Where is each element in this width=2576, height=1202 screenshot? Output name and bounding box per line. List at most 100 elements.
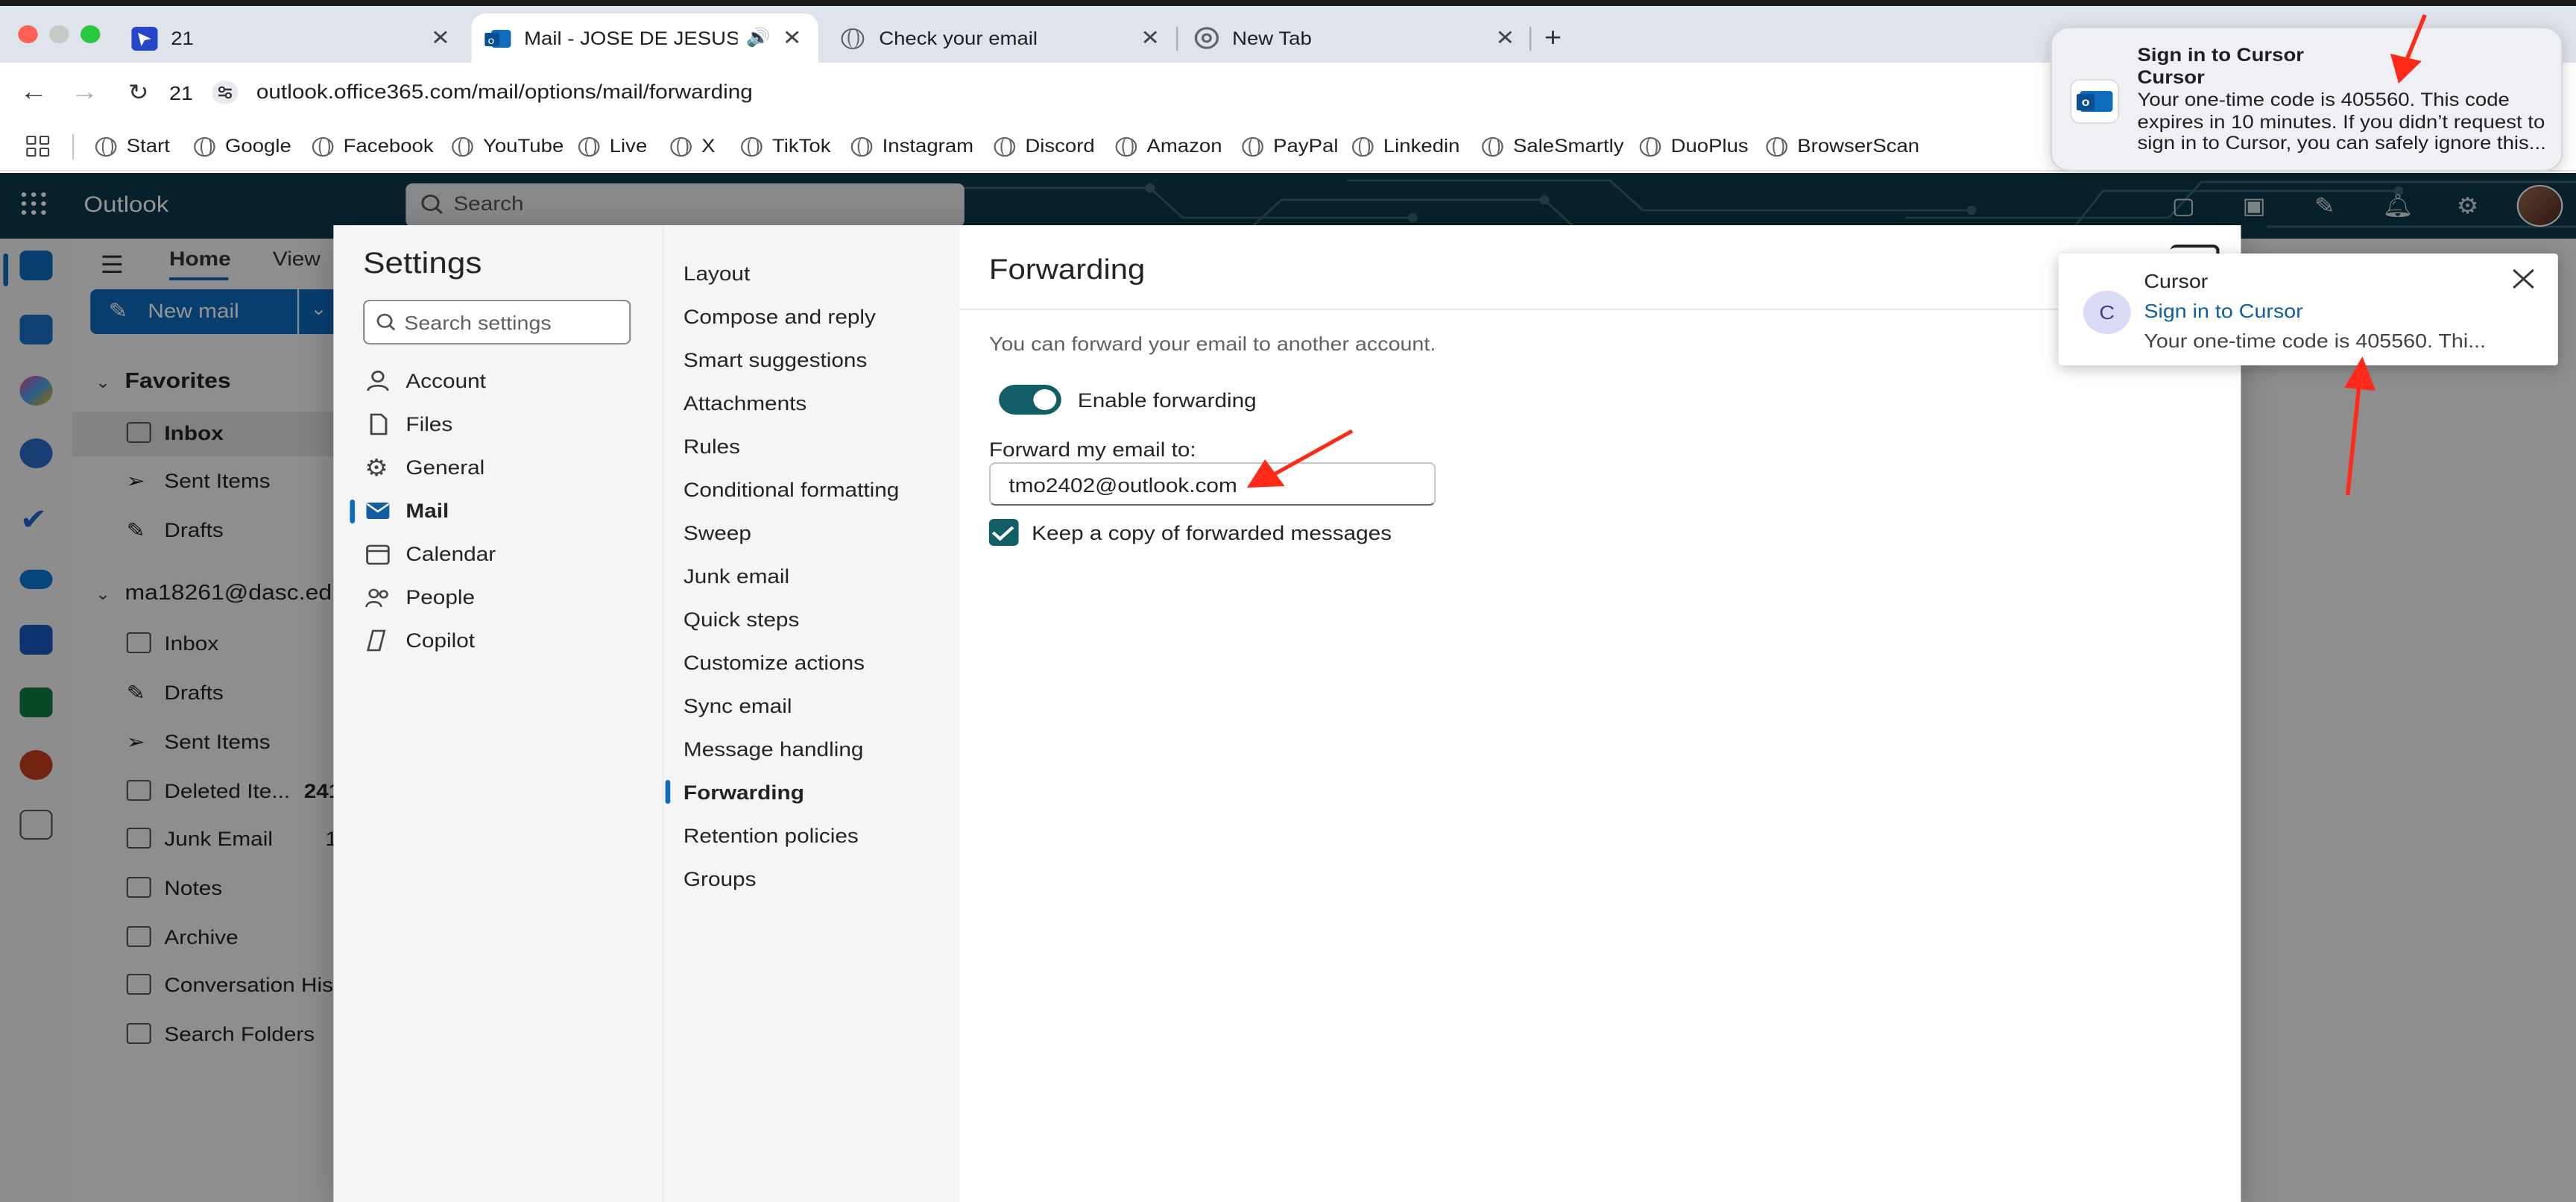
settings-search-input[interactable]: Search settings xyxy=(363,300,631,344)
settings-category-files[interactable]: Files xyxy=(363,404,659,446)
settings-category-mail[interactable]: Mail xyxy=(350,491,659,532)
section-groups[interactable]: Groups xyxy=(684,868,757,890)
bookmark-item[interactable]: Amazon xyxy=(1115,136,1222,157)
bookmark-item[interactable]: Discord xyxy=(994,136,1095,157)
selection-indicator xyxy=(665,780,671,804)
bookmark-item[interactable]: Instagram xyxy=(850,136,973,157)
mail-toast-notification[interactable]: C Cursor Sign in to Cursor Your one-time… xyxy=(2058,254,2558,365)
section-rules[interactable]: Rules xyxy=(684,435,740,458)
person-icon xyxy=(364,370,391,392)
tab-separator xyxy=(1530,27,1532,51)
bookmark-label: Amazon xyxy=(1146,136,1222,157)
settings-category-account[interactable]: Account xyxy=(363,361,659,403)
system-notification[interactable]: o Sign in to Cursor Cursor Your one-time… xyxy=(2050,27,2563,172)
bookmark-item[interactable]: Google xyxy=(194,136,291,157)
globe-icon xyxy=(1115,136,1137,156)
settings-title: Settings xyxy=(363,248,482,280)
bookmark-item[interactable]: X xyxy=(670,136,716,157)
url-field[interactable]: outlook.office365.com/mail/options/mail/… xyxy=(256,81,753,103)
globe-icon xyxy=(850,136,873,156)
section-quick-steps[interactable]: Quick steps xyxy=(684,608,799,631)
forwarding-description: You can forward your email to another ac… xyxy=(988,333,1436,355)
close-tab-icon[interactable]: ✕ xyxy=(1140,25,1160,51)
settings-category-calendar[interactable]: Calendar xyxy=(363,534,659,576)
section-smart-suggestions[interactable]: Smart suggestions xyxy=(684,349,867,371)
chrome-icon xyxy=(1193,26,1219,50)
settings-category-copilot[interactable]: Copilot xyxy=(363,620,659,662)
enable-forwarding-label: Enable forwarding xyxy=(1077,389,1257,412)
globe-icon xyxy=(994,136,1016,156)
section-junk-email[interactable]: Junk email xyxy=(684,565,789,588)
gear-icon: ⚙ xyxy=(364,456,388,482)
toast-subject[interactable]: Sign in to Cursor xyxy=(2144,300,2302,322)
section-message-handling[interactable]: Message handling xyxy=(684,738,864,761)
section-customize-actions[interactable]: Customize actions xyxy=(684,652,865,674)
enable-forwarding-toggle[interactable] xyxy=(999,385,1061,415)
bookmark-label: BrowserScan xyxy=(1797,136,1920,157)
close-tab-icon[interactable]: ✕ xyxy=(783,25,802,51)
keep-copy-checkbox[interactable] xyxy=(988,519,1019,546)
bookmark-item[interactable]: TikTok xyxy=(741,136,831,157)
bookmark-item[interactable]: YouTube xyxy=(452,136,564,157)
zoom-window-button[interactable] xyxy=(80,25,101,43)
bookmark-label: Live xyxy=(609,136,648,157)
bookmark-item[interactable]: DuoPlus xyxy=(1639,136,1749,157)
section-attachments[interactable]: Attachments xyxy=(684,392,806,415)
keep-copy-label: Keep a copy of forwarded messages xyxy=(1032,522,1392,544)
section-retention-policies[interactable]: Retention policies xyxy=(684,825,859,847)
bookmark-item[interactable]: Facebook xyxy=(312,136,434,157)
section-conditional-formatting[interactable]: Conditional formatting xyxy=(684,479,899,501)
people-icon xyxy=(364,586,391,608)
globe-icon xyxy=(1351,136,1374,156)
bookmark-item[interactable]: SaleSmartly xyxy=(1482,136,1624,157)
section-forwarding[interactable]: Forwarding xyxy=(684,781,804,804)
section-sweep[interactable]: Sweep xyxy=(684,522,751,544)
section-compose-and-reply[interactable]: Compose and reply xyxy=(684,306,876,328)
copilot-icon xyxy=(364,629,391,652)
new-tab-icon[interactable]: + xyxy=(1544,22,1562,54)
section-layout[interactable]: Layout xyxy=(684,262,750,285)
divider xyxy=(959,309,2241,310)
forward-email-field[interactable]: tmo2402@outlook.com xyxy=(988,462,1436,506)
settings-category-general[interactable]: ⚙ General xyxy=(363,447,659,489)
site-settings-icon[interactable] xyxy=(212,81,239,104)
minimize-window-button[interactable] xyxy=(49,25,69,43)
globe-icon xyxy=(452,136,473,156)
bookmark-item[interactable]: BrowserScan xyxy=(1766,136,1919,157)
document-icon xyxy=(364,413,391,435)
close-window-button[interactable] xyxy=(18,25,38,43)
browser-tab[interactable]: 21 ✕ xyxy=(115,13,467,63)
bookmark-label: Start xyxy=(126,136,170,157)
bookmark-label: YouTube xyxy=(483,136,564,157)
page-title: Forwarding xyxy=(988,255,1146,286)
reload-icon[interactable]: ↻ xyxy=(128,79,149,106)
notification-title: Sign in to Cursor xyxy=(2137,45,2305,66)
browser-tab[interactable]: New Tab ✕ xyxy=(1180,13,1532,63)
settings-category-people[interactable]: People xyxy=(363,577,659,619)
svg-text:o: o xyxy=(488,35,495,46)
forward-to-label: Forward my email to: xyxy=(988,438,1196,461)
calendar-icon xyxy=(364,543,391,565)
category-label: General xyxy=(405,456,485,479)
bookmark-item[interactable]: Start xyxy=(95,136,170,157)
browser-tab[interactable]: Check your email ✕ xyxy=(824,13,1176,63)
category-label: Calendar xyxy=(405,543,496,565)
bookmark-item[interactable]: Linkedin xyxy=(1351,136,1460,157)
speaker-icon[interactable]: 🔊 xyxy=(746,27,771,48)
back-arrow-icon[interactable]: ← xyxy=(19,78,47,107)
bookmark-item[interactable]: Live xyxy=(578,136,647,157)
bookmark-item[interactable]: PayPal xyxy=(1242,136,1338,157)
close-icon[interactable] xyxy=(2510,267,2536,291)
bookmark-label: SaleSmartly xyxy=(1512,136,1624,157)
category-label: Mail xyxy=(405,500,449,522)
section-sync-email[interactable]: Sync email xyxy=(684,695,792,717)
browser-tab-active[interactable]: o Mail - JOSE DE JESUS VI 🔊 ✕ xyxy=(471,13,818,63)
close-tab-icon[interactable]: ✕ xyxy=(1495,25,1515,51)
apps-grid-icon[interactable] xyxy=(26,136,50,157)
globe-icon xyxy=(95,136,117,156)
divider xyxy=(72,134,75,160)
forward-arrow-icon[interactable]: → xyxy=(71,78,98,107)
globe-icon xyxy=(1639,136,1661,156)
close-tab-icon[interactable]: ✕ xyxy=(431,25,450,51)
bookmark-label: Google xyxy=(224,136,291,157)
